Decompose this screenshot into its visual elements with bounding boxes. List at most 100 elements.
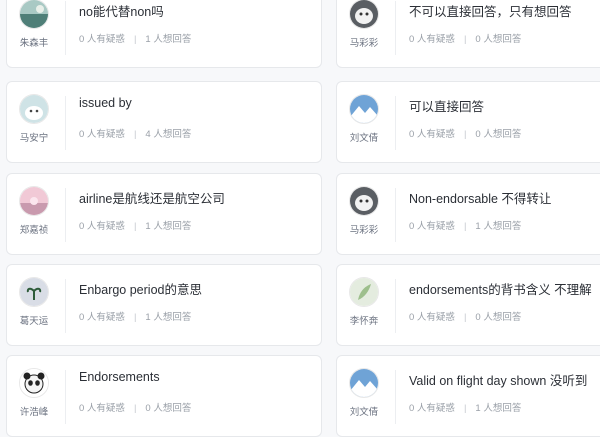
stat-separator: | [463, 34, 467, 45]
avatar[interactable] [19, 186, 49, 216]
want-answer-count: 0 人想回答 [145, 403, 192, 414]
question-card[interactable]: 刘文倩 Valid on flight day shown 没听到 0 人有疑惑… [336, 355, 600, 437]
divider [65, 96, 66, 150]
divider [65, 279, 66, 333]
author-name: 马彩彩 [349, 38, 379, 49]
question-title[interactable]: issued by [79, 96, 313, 110]
question-title[interactable]: 不可以直接回答，只有想回答 [409, 1, 600, 20]
question-grid: 朱森丰 no能代替non吗 0 人有疑惑 | 1 人想回答 马彩彩 不可以直接回答，… [0, 0, 600, 437]
question-card[interactable]: 许浩峰 Endorsements 0 人有疑惑 | 0 人想回答 [6, 355, 322, 437]
doubt-count: 0 人有疑惑 [79, 129, 125, 140]
question-title[interactable]: no能代替non吗 [79, 1, 313, 20]
question-title[interactable]: endorsements的背书含义 不理解 [409, 279, 600, 298]
avatar[interactable] [19, 368, 49, 398]
avatar[interactable] [349, 368, 379, 398]
avatar[interactable] [19, 277, 49, 307]
author-block[interactable]: 许浩峰 [7, 368, 61, 418]
author-block[interactable]: 马彩彩 [337, 0, 391, 49]
author-block[interactable]: 李怀奔 [337, 277, 391, 327]
author-name: 郑嘉祯 [19, 225, 49, 236]
question-stats: 0 人有疑惑 | 1 人想回答 [79, 309, 191, 323]
divider [395, 370, 396, 424]
author-block[interactable]: 马彩彩 [337, 186, 391, 236]
author-block[interactable]: 马安宁 [7, 94, 61, 144]
question-stats: 0 人有疑惑 | 0 人想回答 [79, 400, 191, 414]
question-stats: 0 人有疑惑 | 1 人想回答 [79, 31, 191, 45]
question-card[interactable]: 马彩彩 不可以直接回答，只有想回答 0 人有疑惑 | 0 人想回答 [336, 0, 600, 68]
doubt-count: 0 人有疑惑 [79, 403, 125, 414]
author-name: 马安宁 [19, 133, 49, 144]
question-title[interactable]: Valid on flight day shown 没听到 [409, 370, 600, 389]
question-title[interactable]: Non-endorsable 不得转让 [409, 188, 600, 207]
author-block[interactable]: 郑嘉祯 [7, 186, 61, 236]
doubt-count: 0 人有疑惑 [79, 312, 125, 323]
avatar[interactable] [349, 94, 379, 124]
author-block[interactable]: 刘文倩 [337, 94, 391, 144]
avatar[interactable] [19, 0, 49, 29]
question-stats: 0 人有疑惑 | 0 人想回答 [409, 31, 521, 45]
stat-separator: | [463, 403, 467, 414]
question-title[interactable]: airline是航线还是航空公司 [79, 188, 313, 207]
question-stats: 0 人有疑惑 | 0 人想回答 [409, 126, 521, 140]
divider [395, 188, 396, 242]
question-card[interactable]: 马彩彩 Non-endorsable 不得转让 0 人有疑惑 | 1 人想回答 [336, 173, 600, 255]
question-card[interactable]: 郑嘉祯 airline是航线还是航空公司 0 人有疑惑 | 1 人想回答 [6, 173, 322, 255]
doubt-count: 0 人有疑惑 [79, 221, 125, 232]
author-name: 朱森丰 [19, 38, 49, 49]
question-card[interactable]: 刘文倩 可以直接回答 0 人有疑惑 | 0 人想回答 [336, 81, 600, 163]
divider [395, 96, 396, 150]
author-name: 李怀奔 [349, 316, 379, 327]
author-block[interactable]: 朱森丰 [7, 0, 61, 49]
stat-separator: | [133, 403, 137, 414]
question-title[interactable]: 可以直接回答 [409, 96, 600, 115]
author-name: 许浩峰 [19, 407, 49, 418]
question-stats: 0 人有疑惑 | 1 人想回答 [409, 400, 521, 414]
divider [65, 1, 66, 55]
question-title[interactable]: Endorsements [79, 370, 313, 384]
want-answer-count: 1 人想回答 [145, 221, 192, 232]
question-stats: 0 人有疑惑 | 0 人想回答 [409, 309, 521, 323]
want-answer-count: 1 人想回答 [475, 221, 522, 232]
stat-separator: | [463, 129, 467, 140]
doubt-count: 0 人有疑惑 [409, 221, 455, 232]
question-card[interactable]: 葛天运 Enbargo period的意思 0 人有疑惑 | 1 人想回答 [6, 264, 322, 346]
stat-separator: | [133, 221, 137, 232]
doubt-count: 0 人有疑惑 [409, 34, 455, 45]
question-title[interactable]: Enbargo period的意思 [79, 279, 313, 298]
author-name: 马彩彩 [349, 225, 379, 236]
avatar[interactable] [349, 277, 379, 307]
question-stats: 0 人有疑惑 | 4 人想回答 [79, 126, 191, 140]
avatar[interactable] [349, 186, 379, 216]
doubt-count: 0 人有疑惑 [79, 34, 125, 45]
question-card[interactable]: 李怀奔 endorsements的背书含义 不理解 0 人有疑惑 | 0 人想回答 [336, 264, 600, 346]
author-block[interactable]: 葛天运 [7, 277, 61, 327]
want-answer-count: 0 人想回答 [475, 34, 522, 45]
doubt-count: 0 人有疑惑 [409, 403, 455, 414]
avatar[interactable] [349, 0, 379, 29]
question-card[interactable]: 朱森丰 no能代替non吗 0 人有疑惑 | 1 人想回答 [6, 0, 322, 68]
doubt-count: 0 人有疑惑 [409, 129, 455, 140]
avatar[interactable] [19, 94, 49, 124]
want-answer-count: 1 人想回答 [145, 312, 192, 323]
divider [65, 188, 66, 242]
divider [395, 1, 396, 55]
question-stats: 0 人有疑惑 | 1 人想回答 [409, 218, 521, 232]
want-answer-count: 1 人想回答 [475, 403, 522, 414]
want-answer-count: 1 人想回答 [145, 34, 192, 45]
want-answer-count: 4 人想回答 [145, 129, 192, 140]
stat-separator: | [463, 221, 467, 232]
author-block[interactable]: 刘文倩 [337, 368, 391, 418]
want-answer-count: 0 人想回答 [475, 129, 522, 140]
question-card[interactable]: 马安宁 issued by 0 人有疑惑 | 4 人想回答 [6, 81, 322, 163]
want-answer-count: 0 人想回答 [475, 312, 522, 323]
author-name: 刘文倩 [349, 133, 379, 144]
divider [65, 370, 66, 424]
stat-separator: | [133, 312, 137, 323]
author-name: 葛天运 [19, 316, 49, 327]
author-name: 刘文倩 [349, 407, 379, 418]
stat-separator: | [463, 312, 467, 323]
stat-separator: | [133, 129, 137, 140]
stat-separator: | [133, 34, 137, 45]
question-stats: 0 人有疑惑 | 1 人想回答 [79, 218, 191, 232]
doubt-count: 0 人有疑惑 [409, 312, 455, 323]
